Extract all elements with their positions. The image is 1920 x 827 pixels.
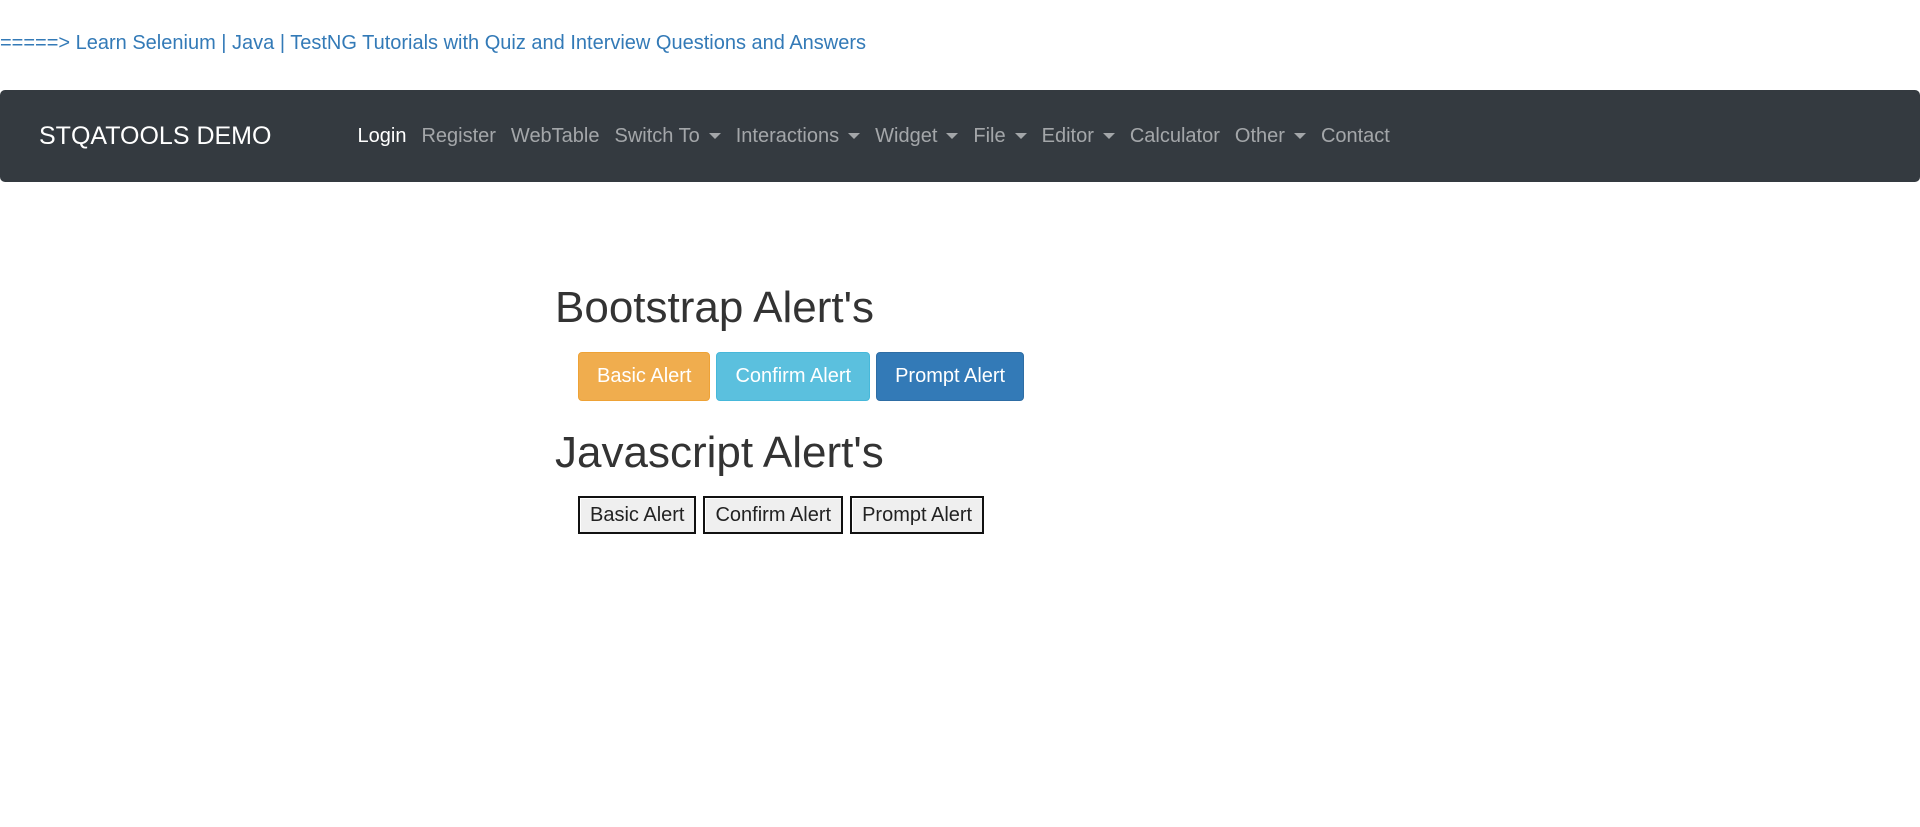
nav-item-calculator[interactable]: Calculator: [1122, 125, 1227, 148]
caret-down-icon: [848, 133, 861, 139]
javascript-alerts-heading: Javascript Alert's: [555, 428, 884, 477]
nav-item-label: Editor: [1041, 124, 1094, 147]
nav-item-webtable[interactable]: WebTable: [503, 125, 607, 148]
bootstrap-confirm-alert-button[interactable]: Confirm Alert: [716, 352, 871, 401]
nav-item-login[interactable]: Login: [350, 125, 414, 148]
nav-item-file[interactable]: File: [966, 125, 1034, 148]
nav-item-register[interactable]: Register: [414, 125, 503, 148]
caret-down-icon: [708, 133, 721, 139]
javascript-alert-buttons: Basic Alert Confirm Alert Prompt Alert: [578, 496, 985, 534]
bootstrap-alerts-heading: Bootstrap Alert's: [555, 283, 874, 332]
nav-item-other[interactable]: Other: [1227, 125, 1313, 148]
caret-down-icon: [1014, 133, 1027, 139]
nav-item-contact[interactable]: Contact: [1313, 125, 1397, 148]
top-navbar: STQATOOLS DEMO Login Register WebTable S…: [0, 90, 1920, 182]
js-prompt-alert-button[interactable]: Prompt Alert: [850, 496, 985, 534]
caret-down-icon: [1102, 133, 1115, 139]
js-basic-alert-button[interactable]: Basic Alert: [578, 496, 697, 534]
nav-item-label: Other: [1234, 124, 1285, 147]
nav-item-label: Switch To: [614, 124, 700, 147]
nav-item-editor[interactable]: Editor: [1034, 125, 1122, 148]
nav-item-label: Widget: [875, 124, 938, 147]
nav-item-label: Contact: [1320, 124, 1390, 147]
tutorials-link[interactable]: =====> Learn Selenium | Java | TestNG Tu…: [0, 32, 866, 55]
js-confirm-alert-button[interactable]: Confirm Alert: [703, 496, 844, 534]
navbar-brand[interactable]: STQATOOLS DEMO: [39, 90, 271, 182]
nav-item-label: Calculator: [1129, 124, 1220, 147]
nav-item-switch-to[interactable]: Switch To: [607, 125, 728, 148]
nav-menu: Login Register WebTable Switch To Intera…: [350, 90, 1397, 182]
caret-down-icon: [1293, 133, 1306, 139]
nav-item-label: Register: [421, 124, 496, 147]
bootstrap-prompt-alert-button[interactable]: Prompt Alert: [876, 352, 1025, 401]
bootstrap-alert-buttons: Basic Alert Confirm Alert Prompt Alert: [578, 352, 1025, 401]
caret-down-icon: [946, 133, 959, 139]
nav-item-widget[interactable]: Widget: [868, 125, 966, 148]
nav-item-label: File: [973, 124, 1006, 147]
nav-item-label: WebTable: [510, 124, 600, 147]
bootstrap-basic-alert-button[interactable]: Basic Alert: [578, 352, 711, 401]
nav-item-interactions[interactable]: Interactions: [728, 125, 867, 148]
nav-item-label: Interactions: [735, 124, 840, 147]
nav-item-label: Login: [357, 124, 407, 147]
